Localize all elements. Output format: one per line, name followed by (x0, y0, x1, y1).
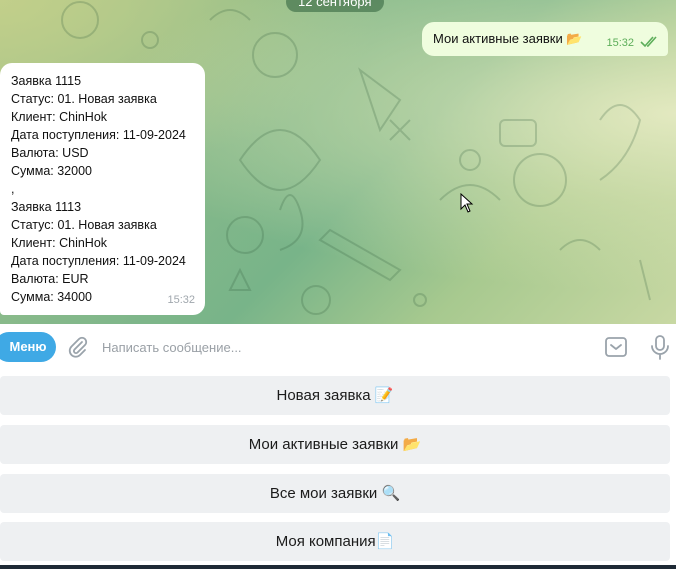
message-line: Сумма: 34000 (11, 290, 92, 304)
message-line: Валюта: USD (11, 146, 89, 160)
message-line: , (11, 182, 15, 196)
menu-button[interactable]: Меню (0, 332, 56, 362)
message-line: Клиент: ChinHok (11, 110, 108, 124)
outgoing-message-time: 15:32 (606, 37, 634, 49)
keyboard-button-new-request[interactable]: Новая заявка 📝 (0, 376, 670, 415)
attach-icon[interactable] (66, 335, 90, 359)
outgoing-message-text: Мои активные заявки 📂 (433, 31, 583, 46)
chat-area[interactable]: 12 сентября Мои активные заявки 📂 15:32 … (0, 0, 676, 324)
incoming-message[interactable]: Заявка 1115 Статус: 01. Новая заявка Кли… (0, 63, 205, 315)
keyboard-icon[interactable] (604, 335, 628, 359)
microphone-icon[interactable] (648, 334, 672, 360)
message-line: Сумма: 32000 (11, 164, 92, 178)
keyboard-button-active-requests[interactable]: Мои активные заявки 📂 (0, 425, 670, 464)
message-line: Дата поступления: 11-09-2024 (11, 128, 186, 142)
message-input-bar: Меню (0, 324, 676, 370)
message-line: Валюта: EUR (11, 272, 89, 286)
window-bottom-edge (0, 565, 676, 569)
message-line: Заявка 1113 (11, 200, 82, 214)
message-line: Клиент: ChinHok (11, 236, 108, 250)
message-line: Статус: 01. Новая заявка (11, 218, 157, 232)
double-check-icon (640, 36, 657, 48)
keyboard-button-my-company[interactable]: Моя компания📄 (0, 522, 670, 561)
outgoing-message[interactable]: Мои активные заявки 📂 15:32 (422, 22, 668, 56)
message-input[interactable] (102, 335, 582, 359)
message-line: Заявка 1115 (11, 74, 82, 88)
keyboard-button-all-requests[interactable]: Все мои заявки 🔍 (0, 474, 670, 513)
message-line: Статус: 01. Новая заявка (11, 92, 157, 106)
message-line: Дата поступления: 11-09-2024 (11, 254, 186, 268)
incoming-message-time: 15:32 (167, 294, 195, 306)
date-pill: 12 сентября (286, 0, 384, 12)
mouse-cursor-icon (460, 193, 474, 213)
